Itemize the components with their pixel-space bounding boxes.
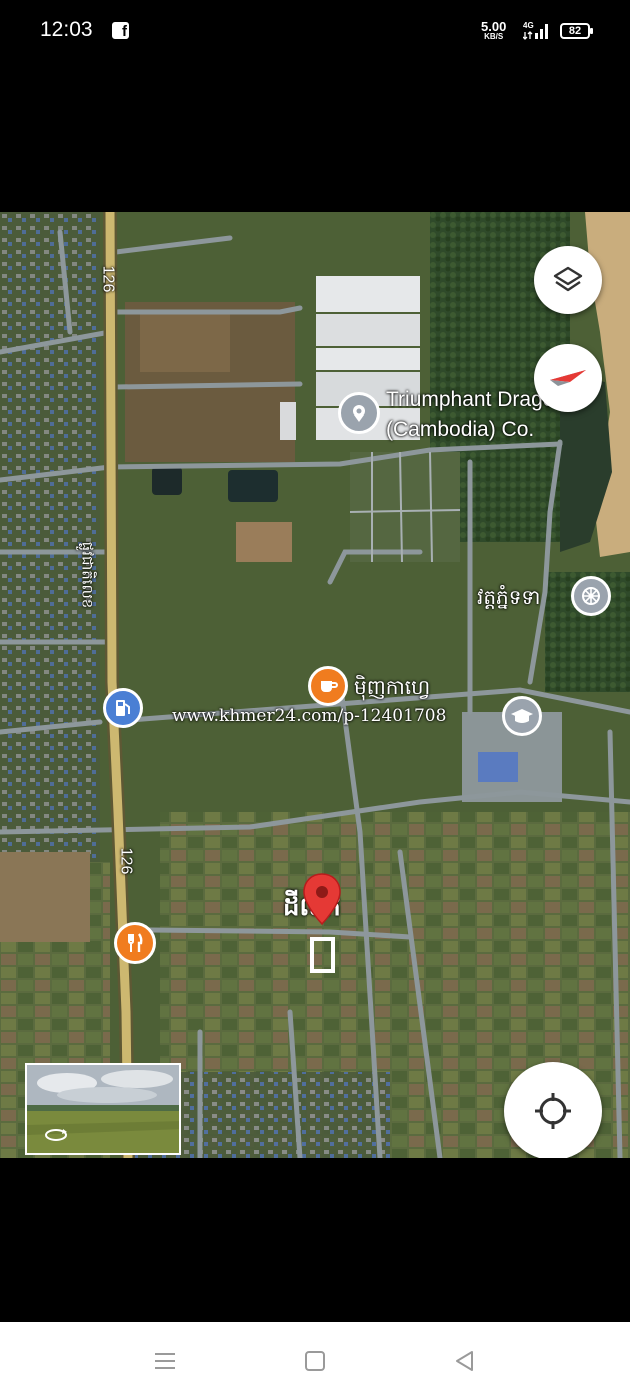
road-126-label-bottom: 126 (117, 847, 135, 875)
network-type: 4G (523, 21, 534, 30)
road-126-label-top: 126 (99, 265, 117, 293)
factory-pin-icon[interactable] (338, 392, 380, 434)
my-location-button[interactable] (504, 1062, 602, 1158)
layers-button[interactable] (534, 246, 602, 314)
screen: { "status_bar": { "time": "12:03", "noti… (0, 0, 630, 1400)
back-triangle-icon[interactable] (452, 1348, 478, 1374)
signal-icon: 4G (523, 21, 548, 40)
fork-knife-icon[interactable] (114, 922, 156, 964)
compass-icon (550, 370, 586, 386)
coffee-cup-icon[interactable] (308, 666, 348, 706)
fuel-pump-icon[interactable] (103, 688, 143, 728)
graduation-cap-icon[interactable] (502, 696, 542, 736)
home-square-icon[interactable] (302, 1348, 328, 1374)
facebook-icon: f (112, 22, 129, 40)
satellite-map[interactable]: 126 126 ផ្លូវជាតិលេខ Triumphant Dragon (… (0, 212, 630, 1158)
factory-name-line2[interactable]: (Cambodia) Co. (386, 418, 534, 442)
crosshair-icon (535, 1093, 571, 1129)
pagoda-label[interactable]: វត្តភ្នំទទា (477, 584, 540, 614)
rotate-360-icon (45, 1129, 67, 1141)
status-bar: 12:03 f 5.00 KB/S 4G 82 (0, 0, 630, 62)
system-navigation-bar (0, 1322, 630, 1400)
menu-icon[interactable] (152, 1348, 178, 1374)
dharma-wheel-icon[interactable] (571, 576, 611, 616)
road-name-vertical-label: ផ្លូវជាតិលេខ (78, 541, 96, 609)
cafe-label[interactable]: ម៉ិញកាហ្វេ (354, 674, 430, 704)
red-pin-icon[interactable] (302, 872, 342, 928)
khmer24-watermark: www.khmer24.com/p-12401708 (172, 706, 447, 726)
street-view-thumbnail[interactable] (25, 1063, 181, 1155)
battery-indicator: 82 (560, 23, 593, 39)
network-speed: 5.00 KB/S (481, 20, 506, 41)
layers-icon (553, 266, 583, 292)
status-time: 12:03 (40, 18, 93, 41)
compass-button[interactable] (534, 344, 602, 412)
network-speed-unit: KB/S (484, 32, 504, 41)
